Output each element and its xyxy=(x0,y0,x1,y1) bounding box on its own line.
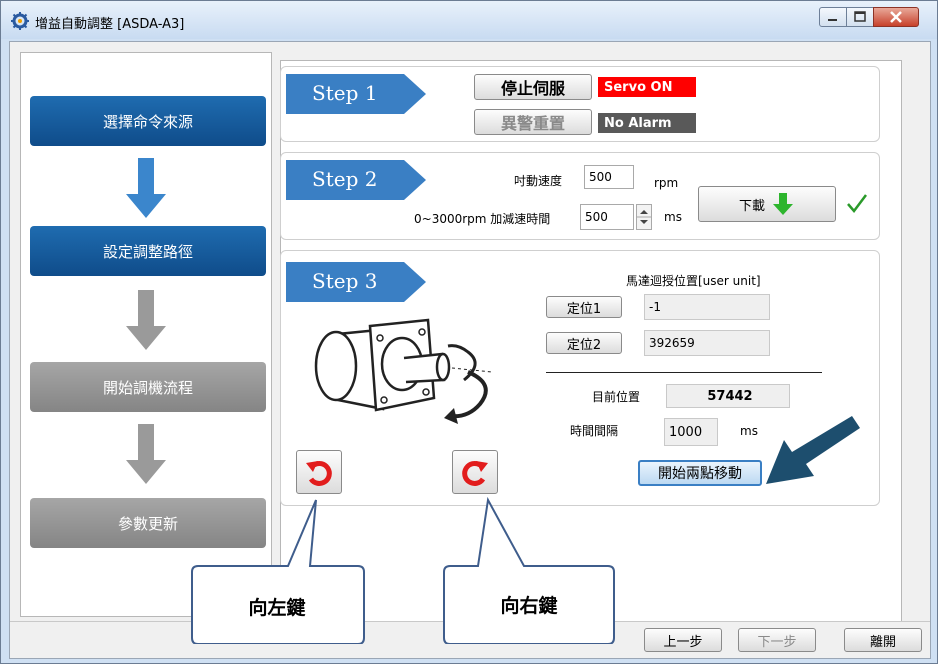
step3-label: Step 3 xyxy=(286,262,426,302)
feedback-position-title: 馬達迴授位置[user unit] xyxy=(626,274,761,288)
accel-time-input[interactable]: 500 xyxy=(580,204,634,230)
title-bar: 增益自動調整 [ASDA-A3] xyxy=(1,1,937,39)
close-button[interactable] xyxy=(873,7,919,27)
step2-label: Step 2 xyxy=(286,160,426,200)
rotate-right-button[interactable] xyxy=(452,450,498,494)
nav-step-tuning[interactable]: 開始調機流程 xyxy=(30,362,266,412)
prev-button[interactable]: 上一步 xyxy=(644,628,722,652)
gear-app-icon xyxy=(11,12,29,30)
position2-value: 392659 xyxy=(644,330,770,356)
window-title: 增益自動調整 [ASDA-A3] xyxy=(35,17,185,32)
maximize-icon xyxy=(854,11,866,22)
position2-button[interactable]: 定位2 xyxy=(546,332,622,354)
alarm-reset-button[interactable]: 異警重置 xyxy=(474,109,592,135)
pointer-arrow-icon xyxy=(766,416,860,484)
maximize-button[interactable] xyxy=(846,7,874,27)
motor-illustration xyxy=(314,318,493,424)
down-arrow-icon xyxy=(126,424,166,484)
minimize-button[interactable] xyxy=(819,7,847,27)
time-interval-unit: ms xyxy=(740,424,758,438)
time-interval-label: 時間間隔 xyxy=(570,424,619,438)
position1-value: -1 xyxy=(644,294,770,320)
rotate-ccw-icon xyxy=(306,460,332,486)
next-button[interactable]: 下一步 xyxy=(738,628,816,652)
callout-right-key: 向右鍵 xyxy=(500,594,558,617)
current-position-value: 57442 xyxy=(666,384,790,408)
download-button-label: 下載 xyxy=(738,198,765,214)
alarm-status-badge: No Alarm xyxy=(598,113,696,133)
down-arrow-icon xyxy=(126,290,166,350)
rotate-cw-icon xyxy=(462,460,488,486)
down-arrow-icon xyxy=(126,158,166,218)
spinner-arrows-icon xyxy=(637,210,651,224)
exit-button[interactable]: 離開 xyxy=(844,628,922,652)
servo-status-badge: Servo ON xyxy=(598,77,696,97)
download-arrow-icon xyxy=(773,193,793,215)
checkmark-icon xyxy=(847,194,867,213)
stop-servo-button[interactable]: 停止伺服 xyxy=(474,74,592,100)
rotate-left-button[interactable] xyxy=(296,450,342,494)
accel-time-label: 0~3000rpm 加減速時間 xyxy=(414,212,551,226)
start-two-point-move-button[interactable]: 開始兩點移動 xyxy=(638,460,762,486)
accel-time-spinner[interactable] xyxy=(636,204,652,230)
divider xyxy=(546,372,822,373)
position1-button[interactable]: 定位1 xyxy=(546,296,622,318)
time-interval-value: 1000 xyxy=(664,418,718,446)
accel-time-unit: ms xyxy=(664,210,682,224)
nav-step-path[interactable]: 設定調整路徑 xyxy=(30,226,266,276)
jog-speed-unit: rpm xyxy=(654,176,679,190)
current-position-label: 目前位置 xyxy=(592,390,641,404)
close-icon xyxy=(890,11,902,23)
minimize-icon xyxy=(828,19,837,21)
nav-step-command-source[interactable]: 選擇命令來源 xyxy=(30,96,266,146)
callout-left-key: 向左鍵 xyxy=(248,596,306,619)
step1-label: Step 1 xyxy=(286,74,426,114)
download-button[interactable]: 下載 xyxy=(698,186,836,222)
jog-speed-input[interactable]: 500 xyxy=(584,165,634,189)
jog-speed-label: 吋動速度 xyxy=(514,174,563,188)
